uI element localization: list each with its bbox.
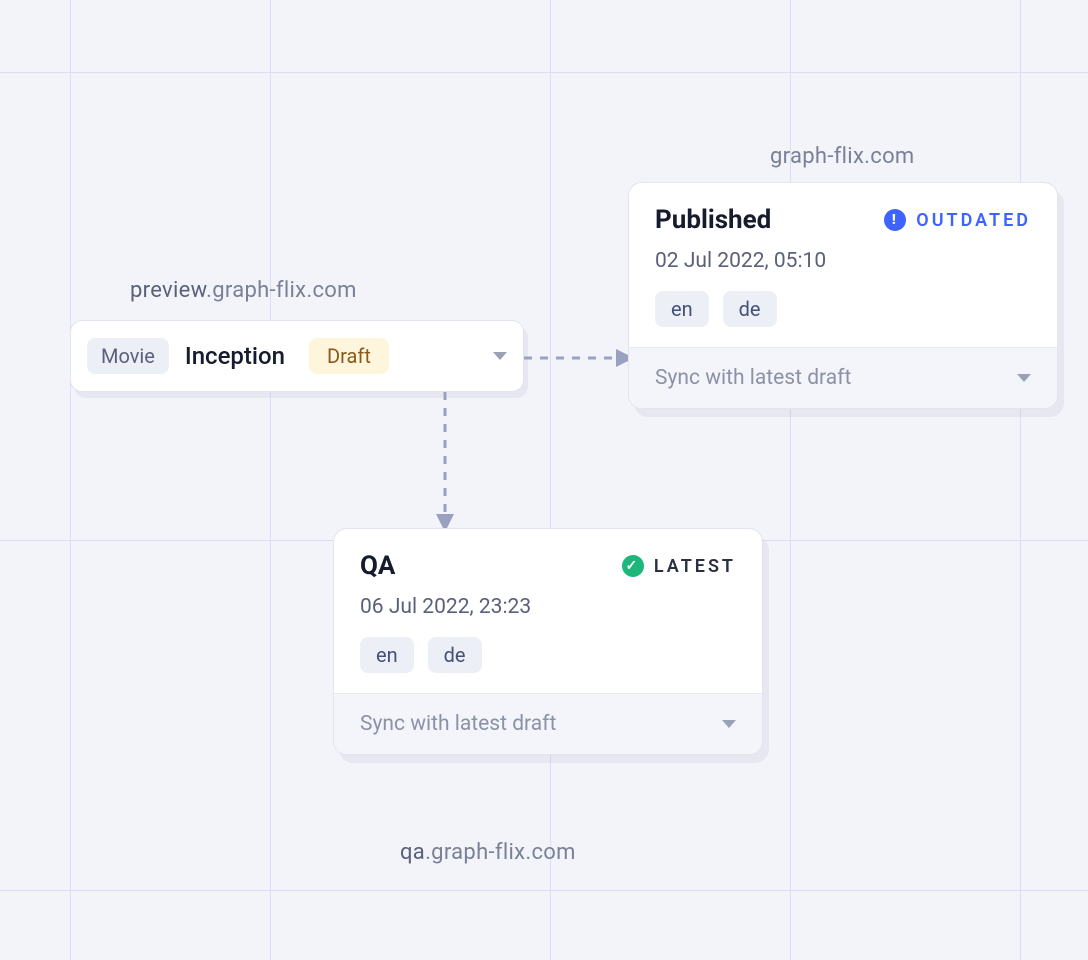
env-card-qa: QA ✓ LATEST 06 Jul 2022, 23:23 en de Syn… <box>333 528 763 755</box>
status-badge-latest: ✓ LATEST <box>622 555 736 577</box>
card-timestamp: 02 Jul 2022, 05:10 <box>655 249 1031 273</box>
card-title: Published <box>655 205 771 235</box>
sync-action-label: Sync with latest draft <box>360 712 556 736</box>
chevron-down-icon <box>722 720 736 728</box>
language-chip: de <box>723 291 777 327</box>
language-chip-row: en de <box>360 637 736 673</box>
env-domain: graph-flix.com <box>770 144 915 169</box>
language-chip: de <box>428 637 482 673</box>
language-chip-row: en de <box>655 291 1031 327</box>
language-chip: en <box>360 637 414 673</box>
draft-entry-card[interactable]: Movie Inception Draft <box>70 320 524 392</box>
env-label-qa: qa.graph-flix.com <box>400 840 576 865</box>
chevron-down-icon <box>1017 374 1031 382</box>
env-label-prod: graph-flix.com <box>770 144 915 169</box>
card-timestamp: 06 Jul 2022, 23:23 <box>360 595 736 619</box>
sync-action-dropdown[interactable]: Sync with latest draft <box>629 347 1057 408</box>
status-badge-outdated: ! OUTDATED <box>884 209 1031 231</box>
status-badge-draft: Draft <box>309 338 389 374</box>
language-chip: en <box>655 291 709 327</box>
entry-title: Inception <box>185 342 285 370</box>
sync-action-dropdown[interactable]: Sync with latest draft <box>334 693 762 754</box>
sync-action-label: Sync with latest draft <box>655 366 851 390</box>
env-label-preview: preview.graph-flix.com <box>130 278 357 303</box>
chevron-down-icon[interactable] <box>493 352 507 360</box>
grid-line <box>0 890 1088 891</box>
env-subdomain: preview <box>130 278 206 303</box>
grid-line <box>70 0 71 960</box>
badge-text: OUTDATED <box>916 210 1031 231</box>
check-icon: ✓ <box>622 555 644 577</box>
env-domain: .graph-flix.com <box>206 278 357 303</box>
connector-arrow-down <box>430 392 460 532</box>
grid-line <box>0 72 1088 73</box>
grid-line <box>1020 0 1021 960</box>
grid-line <box>270 0 271 960</box>
env-domain: .graph-flix.com <box>425 840 576 865</box>
env-card-published: Published ! OUTDATED 02 Jul 2022, 05:10 … <box>628 182 1058 409</box>
connector-arrow-right <box>524 343 634 373</box>
alert-icon: ! <box>884 209 906 231</box>
card-title: QA <box>360 551 395 581</box>
content-type-tag: Movie <box>87 338 169 374</box>
badge-text: LATEST <box>654 556 736 577</box>
env-subdomain: qa <box>400 840 425 865</box>
grid-line <box>550 0 551 960</box>
